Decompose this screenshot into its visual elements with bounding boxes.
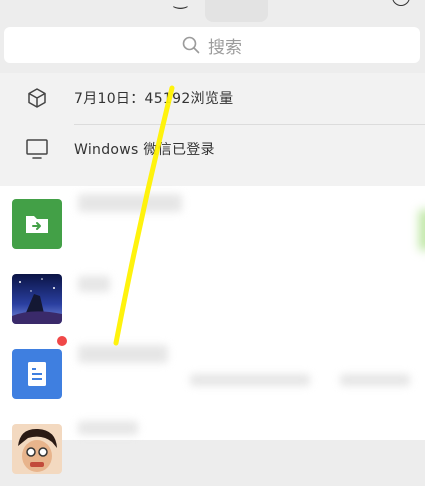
chat-row[interactable] xyxy=(0,335,425,411)
notice-text: 7月10日：45192浏览量 xyxy=(74,91,234,107)
notice-area: 7月10日：45192浏览量 Windows 微信已登录 xyxy=(0,73,425,186)
notice-row-windows[interactable]: Windows 微信已登录 xyxy=(0,124,425,174)
chat-row[interactable] xyxy=(0,186,425,261)
notice-row-stats[interactable]: 7月10日：45192浏览量 xyxy=(0,73,425,123)
title-fragment: · xyxy=(229,0,234,7)
add-icon[interactable] xyxy=(392,0,410,6)
unread-badge xyxy=(56,335,68,347)
search-bar[interactable]: 搜索 xyxy=(4,27,420,63)
search-icon xyxy=(182,36,200,54)
blurred-name xyxy=(78,345,168,363)
document-icon xyxy=(12,349,62,399)
blurred-name xyxy=(78,276,110,292)
green-edge xyxy=(419,210,425,250)
top-bar: ‿ · xyxy=(0,0,425,22)
title-fragment: ‿ xyxy=(174,0,187,9)
notice-text: Windows 微信已登录 xyxy=(74,142,215,158)
blurred-name xyxy=(78,194,182,212)
blurred-time xyxy=(340,374,410,386)
title-pill[interactable]: · xyxy=(205,0,268,22)
chat-row[interactable] xyxy=(0,411,425,486)
chat-list xyxy=(0,186,425,474)
blurred-name xyxy=(78,421,138,435)
folder-transfer-icon xyxy=(12,199,62,249)
chat-row[interactable] xyxy=(0,261,425,336)
cartoon-face xyxy=(12,424,62,474)
search-placeholder: 搜索 xyxy=(208,37,242,58)
monitor-icon xyxy=(24,136,50,162)
cube-icon xyxy=(24,85,50,111)
anime-photo xyxy=(12,274,62,324)
blurred-preview xyxy=(190,374,310,386)
